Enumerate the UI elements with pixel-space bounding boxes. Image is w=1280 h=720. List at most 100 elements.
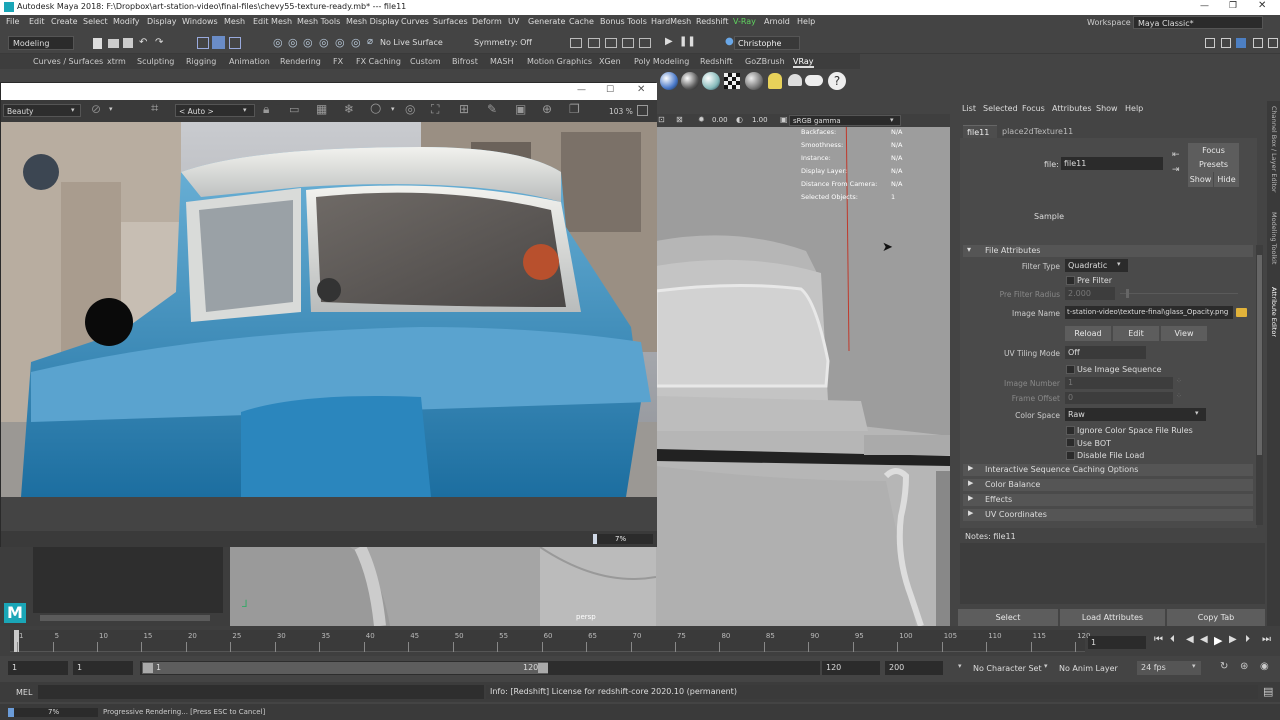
select-by-hierarchy-icon[interactable]: [212, 36, 225, 49]
target-icon[interactable]: ◎: [405, 102, 415, 116]
vray-material-sphere-icon[interactable]: [681, 72, 699, 90]
shelf-tab-poly-modeling[interactable]: Poly Modeling: [634, 57, 689, 66]
shelf-tab-rigging[interactable]: Rigging: [186, 57, 216, 66]
fit-icon[interactable]: ⊞: [459, 102, 469, 116]
fps-dropdown[interactable]: 24 fps ▾: [1137, 661, 1201, 675]
shelf-tab-fx[interactable]: FX: [333, 57, 343, 66]
menu-bonus-tools[interactable]: Bonus Tools: [600, 17, 647, 26]
tool-settings-toggle-icon[interactable]: [1236, 38, 1246, 48]
shelf-tab-xgen[interactable]: XGen: [599, 57, 621, 66]
lock-icon[interactable]: 🔒︎: [263, 102, 269, 117]
maya-logo-icon[interactable]: M: [4, 603, 26, 623]
menu-cache[interactable]: Cache: [569, 17, 594, 26]
vray-multimaterial-icon[interactable]: [702, 72, 720, 90]
scene-end-field[interactable]: 200: [885, 661, 943, 675]
playback-end-field[interactable]: 120: [822, 661, 880, 675]
menu-set-dropdown[interactable]: Modeling: [8, 36, 74, 50]
menu-edit[interactable]: Edit: [29, 17, 45, 26]
aov-dropdown[interactable]: Beauty ▾: [3, 104, 81, 117]
shelf-tab-sculpting[interactable]: Sculpting: [137, 57, 174, 66]
hide-button[interactable]: Hide: [1214, 172, 1239, 187]
chevron-down-icon[interactable]: ▾: [1044, 662, 1048, 670]
menu-mesh[interactable]: Mesh: [224, 17, 245, 26]
menu-modify[interactable]: Modify: [113, 17, 140, 26]
range-bar-fill[interactable]: [142, 662, 548, 674]
menu-create[interactable]: Create: [51, 17, 78, 26]
viewport-panel[interactable]: Backfaces: N/A Smoothness: N/A Instance:…: [656, 101, 950, 626]
ae-menu-help[interactable]: Help: [1125, 104, 1143, 113]
menu-curves[interactable]: Curves: [401, 17, 429, 26]
shelf-tab-fx-caching[interactable]: FX Caching: [356, 57, 401, 66]
ae-menu-focus[interactable]: Focus: [1022, 104, 1045, 113]
character-set-label[interactable]: No Character Set: [973, 664, 1042, 673]
shelf-tab-vray[interactable]: VRay: [793, 57, 814, 68]
menu-hardmesh[interactable]: HardMesh: [651, 17, 691, 26]
disable-file-load-checkbox[interactable]: [1066, 451, 1075, 460]
vray-help-icon[interactable]: ?: [828, 72, 846, 90]
use-bot-checkbox[interactable]: [1066, 438, 1075, 447]
live-surface-label[interactable]: No Live Surface: [380, 38, 443, 47]
side-tab-channel-box[interactable]: Channel Box / Layer Editor: [1270, 106, 1278, 193]
menu-generate[interactable]: Generate: [528, 17, 565, 26]
menu-display[interactable]: Display: [147, 17, 177, 26]
snowflake-icon[interactable]: ❄: [344, 102, 354, 116]
menu-uv[interactable]: UV: [508, 17, 519, 26]
notes-field[interactable]: [960, 543, 1265, 604]
step-back-frame-icon[interactable]: ◀: [1186, 634, 1194, 645]
playback-start-field[interactable]: 1: [73, 661, 133, 675]
zoom-icon[interactable]: [637, 105, 648, 116]
anim-layer-label[interactable]: No Anim Layer: [1059, 664, 1118, 673]
attribute-editor-toggle-icon[interactable]: [1221, 38, 1231, 48]
symmetry-label[interactable]: Symmetry: Off: [474, 38, 532, 47]
range-bar[interactable]: 1 120: [140, 661, 820, 675]
folder-icon[interactable]: [1236, 308, 1247, 317]
presets-button[interactable]: Presets: [1188, 157, 1239, 172]
viewport-tool-icon[interactable]: ⊡: [658, 115, 665, 124]
shelf-tab-bifrost[interactable]: Bifrost: [452, 57, 478, 66]
script-editor-icon[interactable]: ▤: [1263, 685, 1273, 698]
chevron-down-icon[interactable]: ▾: [391, 105, 395, 113]
close-icon[interactable]: ✕: [637, 84, 645, 95]
menu-surfaces[interactable]: Surfaces: [433, 17, 468, 26]
channel-box-toggle-icon[interactable]: [1253, 38, 1263, 48]
add-snapshot-icon[interactable]: ⊕: [542, 102, 552, 116]
effects-section[interactable]: ▶ Effects: [963, 494, 1253, 506]
circle-mask-icon[interactable]: ○: [370, 101, 381, 116]
menu-deform[interactable]: Deform: [472, 17, 502, 26]
step-forward-frame-icon[interactable]: ▶: [1229, 634, 1237, 645]
select-button[interactable]: Select: [958, 609, 1058, 626]
color-management-icon[interactable]: ▣: [780, 115, 788, 124]
exposure-value[interactable]: 0.00: [712, 116, 728, 124]
minimize-icon[interactable]: —: [1200, 1, 1209, 11]
snap-point-icon[interactable]: ◎: [303, 36, 313, 49]
scene-start-field[interactable]: 1: [8, 661, 68, 675]
view-transform-dropdown[interactable]: sRGB gamma ▾: [789, 115, 901, 126]
open-scene-icon[interactable]: [108, 39, 119, 48]
pre-filter-checkbox[interactable]: [1066, 276, 1075, 285]
render-frame-icon[interactable]: [588, 38, 600, 48]
copy-tab-button[interactable]: Copy Tab: [1167, 609, 1265, 626]
brush-icon[interactable]: ✎: [487, 102, 497, 116]
modeling-toolkit-toggle-icon[interactable]: [1205, 38, 1215, 48]
menu-arnold[interactable]: Arnold: [764, 17, 790, 26]
grid-icon[interactable]: ▦: [316, 102, 327, 116]
input-connection-icon[interactable]: ⇤: [1172, 150, 1180, 160]
shelf-tab-curves-surfaces[interactable]: Curves / Surfaces: [33, 57, 103, 66]
history-icon[interactable]: [570, 38, 582, 48]
focus-button[interactable]: Focus: [1188, 143, 1239, 158]
user-account-button[interactable]: Christophe: [734, 36, 800, 50]
ae-menu-list[interactable]: List: [962, 104, 976, 113]
image-name-field[interactable]: t-station-video\texture-final\glass_Opac…: [1065, 306, 1233, 319]
audio-icon[interactable]: ◉: [1260, 661, 1269, 672]
snap-grid-icon[interactable]: ◎: [273, 36, 283, 49]
undo-icon[interactable]: ↶: [139, 37, 147, 48]
shelf-tab-xtrm[interactable]: xtrm: [107, 57, 126, 66]
zoom-level[interactable]: 103 %: [609, 107, 633, 116]
shelf-tab-animation[interactable]: Animation: [229, 57, 270, 66]
chevron-down-icon[interactable]: ▾: [109, 105, 113, 113]
edit-button[interactable]: Edit: [1113, 326, 1159, 341]
rendered-image[interactable]: [1, 122, 657, 497]
snap-vertex-icon[interactable]: ◎: [351, 36, 361, 49]
shelf-tab-gozbrush[interactable]: GoZBrush: [745, 57, 785, 66]
snap-curve-icon[interactable]: ◎: [288, 36, 298, 49]
